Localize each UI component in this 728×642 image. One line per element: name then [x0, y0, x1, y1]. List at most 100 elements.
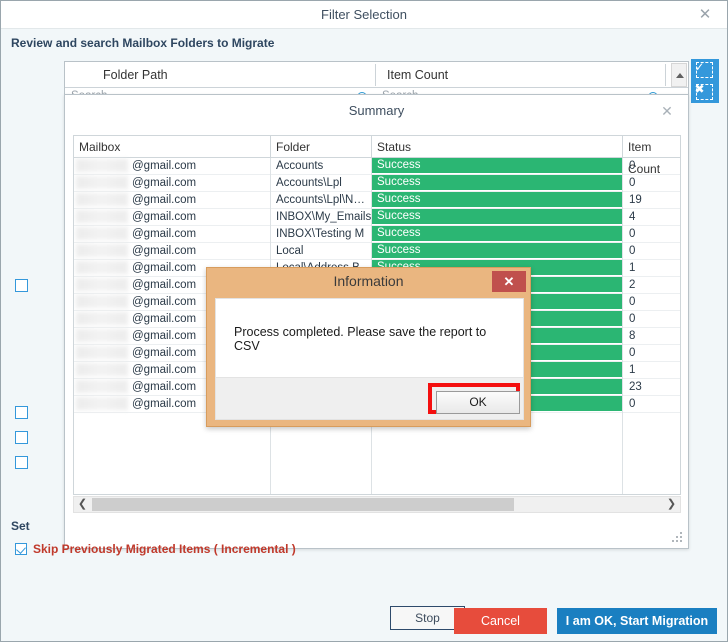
- redacted-mailbox-name: [76, 329, 128, 342]
- status-badge: Success: [372, 192, 622, 207]
- mailbox-domain: @gmail.com: [132, 245, 197, 257]
- cell-item-count: 2: [629, 279, 636, 291]
- header-divider: [375, 64, 376, 86]
- folder-tree-checkbox[interactable]: [15, 406, 28, 419]
- status-badge: Success: [372, 209, 622, 224]
- status-badge: Success: [372, 175, 622, 190]
- cell-item-count: 19: [629, 194, 642, 206]
- check-icon: ✓: [694, 60, 705, 74]
- column-header-mailbox[interactable]: Mailbox: [74, 136, 271, 158]
- cell-mailbox: @gmail.com: [74, 243, 270, 259]
- grid-divider: [622, 158, 623, 494]
- column-header-folder[interactable]: Folder: [271, 136, 371, 158]
- redacted-mailbox-name: [76, 227, 128, 240]
- mailbox-domain: @gmail.com: [132, 279, 197, 291]
- column-header-folder-path[interactable]: Folder Path: [103, 62, 168, 88]
- skip-migrated-label: Skip Previously Migrated Items ( Increme…: [33, 542, 296, 556]
- close-icon[interactable]: ✕: [492, 271, 526, 292]
- redacted-mailbox-name: [76, 312, 128, 325]
- mailbox-domain: @gmail.com: [132, 313, 197, 325]
- mailbox-domain: @gmail.com: [132, 194, 197, 206]
- mailbox-domain: @gmail.com: [132, 330, 197, 342]
- window-title: Filter Selection: [321, 7, 407, 22]
- cell-item-count: 0: [629, 245, 636, 257]
- mailbox-domain: @gmail.com: [132, 262, 197, 274]
- redacted-mailbox-name: [76, 244, 128, 257]
- mailbox-domain: @gmail.com: [132, 364, 197, 376]
- cell-mailbox: @gmail.com: [74, 226, 270, 242]
- cell-item-count: 0: [629, 347, 636, 359]
- redacted-mailbox-name: [76, 159, 128, 172]
- information-dialog: Information ✕ Process completed. Please …: [206, 267, 531, 427]
- mailbox-domain: @gmail.com: [132, 177, 197, 189]
- filter-selection-window: Filter Selection ✕ Review and search Mai…: [0, 0, 728, 642]
- scrollbar-thumb[interactable]: [92, 498, 514, 511]
- folder-grid-header: Folder Path Item Count: [65, 62, 688, 88]
- table-row[interactable]: @gmail.com INBOX\Testing M Success 0: [74, 226, 680, 243]
- cancel-button[interactable]: Cancel: [454, 608, 547, 634]
- summary-title: Summary: [348, 103, 405, 118]
- redacted-mailbox-name: [76, 295, 128, 308]
- close-icon[interactable]: ✕: [654, 95, 680, 127]
- resize-grip-icon[interactable]: [672, 532, 682, 542]
- close-icon[interactable]: ✕: [691, 1, 719, 29]
- table-row[interactable]: @gmail.com Local Success 0: [74, 243, 680, 260]
- skip-migrated-checkbox[interactable]: [15, 543, 27, 555]
- cell-mailbox: @gmail.com: [74, 209, 270, 225]
- mailbox-domain: @gmail.com: [132, 228, 197, 240]
- redacted-mailbox-name: [76, 278, 128, 291]
- redacted-mailbox-name: [76, 346, 128, 359]
- start-migration-button[interactable]: I am OK, Start Migration: [557, 608, 717, 634]
- cell-item-count: 23: [629, 381, 642, 393]
- redacted-mailbox-name: [76, 363, 128, 376]
- column-header-status[interactable]: Status: [372, 136, 623, 158]
- cell-folder: Local: [276, 245, 304, 257]
- cell-folder: INBOX\My_Emails: [276, 211, 371, 223]
- cell-item-count: 0: [629, 313, 636, 325]
- information-dialog-title: Information: [333, 273, 404, 289]
- information-dialog-body: Process completed. Please save the repor…: [215, 298, 524, 378]
- cell-item-count: 0: [629, 398, 636, 410]
- mailbox-domain: @gmail.com: [132, 347, 197, 359]
- summary-grid-header: Mailbox Folder Status Item Count: [74, 136, 680, 176]
- chevron-up-icon[interactable]: [671, 63, 687, 87]
- select-all-button[interactable]: ✓: [691, 59, 719, 81]
- folder-tree-checkbox[interactable]: [15, 431, 28, 444]
- window-titlebar: Filter Selection ✕: [1, 1, 727, 29]
- cell-item-count: 4: [629, 211, 636, 223]
- settings-heading: Set: [11, 519, 30, 533]
- folder-tree-checkbox[interactable]: [15, 456, 28, 469]
- column-header-item-count[interactable]: Item Count: [387, 62, 448, 88]
- chevron-right-icon[interactable]: ❯: [663, 497, 680, 512]
- status-badge: Success: [372, 158, 622, 173]
- column-header-item-count[interactable]: Item Count: [623, 136, 680, 176]
- mailbox-domain: @gmail.com: [132, 398, 197, 410]
- cell-item-count: 8: [629, 330, 636, 342]
- summary-titlebar: Summary ✕: [65, 95, 688, 127]
- cell-item-count: 0: [629, 228, 636, 240]
- information-dialog-footer: OK: [215, 378, 524, 420]
- table-row[interactable]: @gmail.com Accounts\Lpl\N… Success 19: [74, 192, 680, 209]
- ok-button[interactable]: OK: [436, 391, 520, 414]
- cross-icon: ✖: [694, 82, 705, 96]
- status-badge: Success: [372, 243, 622, 258]
- information-message: Process completed. Please save the repor…: [234, 325, 487, 353]
- table-row[interactable]: @gmail.com Accounts\Lpl Success 0: [74, 175, 680, 192]
- folder-tree-checkbox[interactable]: [15, 279, 28, 292]
- table-row[interactable]: @gmail.com Accounts Success 0: [74, 158, 680, 175]
- review-heading: Review and search Mailbox Folders to Mig…: [11, 36, 275, 50]
- cell-folder: Accounts\Lpl: [276, 177, 342, 189]
- cell-folder: Accounts: [276, 160, 324, 172]
- redacted-mailbox-name: [76, 193, 128, 206]
- redacted-mailbox-name: [76, 261, 128, 274]
- cell-item-count: 0: [629, 160, 636, 172]
- cell-mailbox: @gmail.com: [74, 192, 270, 208]
- table-row[interactable]: @gmail.com INBOX\My_Emails Success 4: [74, 209, 680, 226]
- cell-mailbox: @gmail.com: [74, 175, 270, 191]
- chevron-left-icon[interactable]: ❮: [74, 497, 91, 512]
- horizontal-scrollbar[interactable]: ❮ ❯: [73, 496, 681, 513]
- cell-item-count: 1: [629, 262, 636, 274]
- deselect-all-button[interactable]: ✖: [691, 81, 719, 103]
- cell-item-count: 0: [629, 296, 636, 308]
- status-badge: Success: [372, 226, 622, 241]
